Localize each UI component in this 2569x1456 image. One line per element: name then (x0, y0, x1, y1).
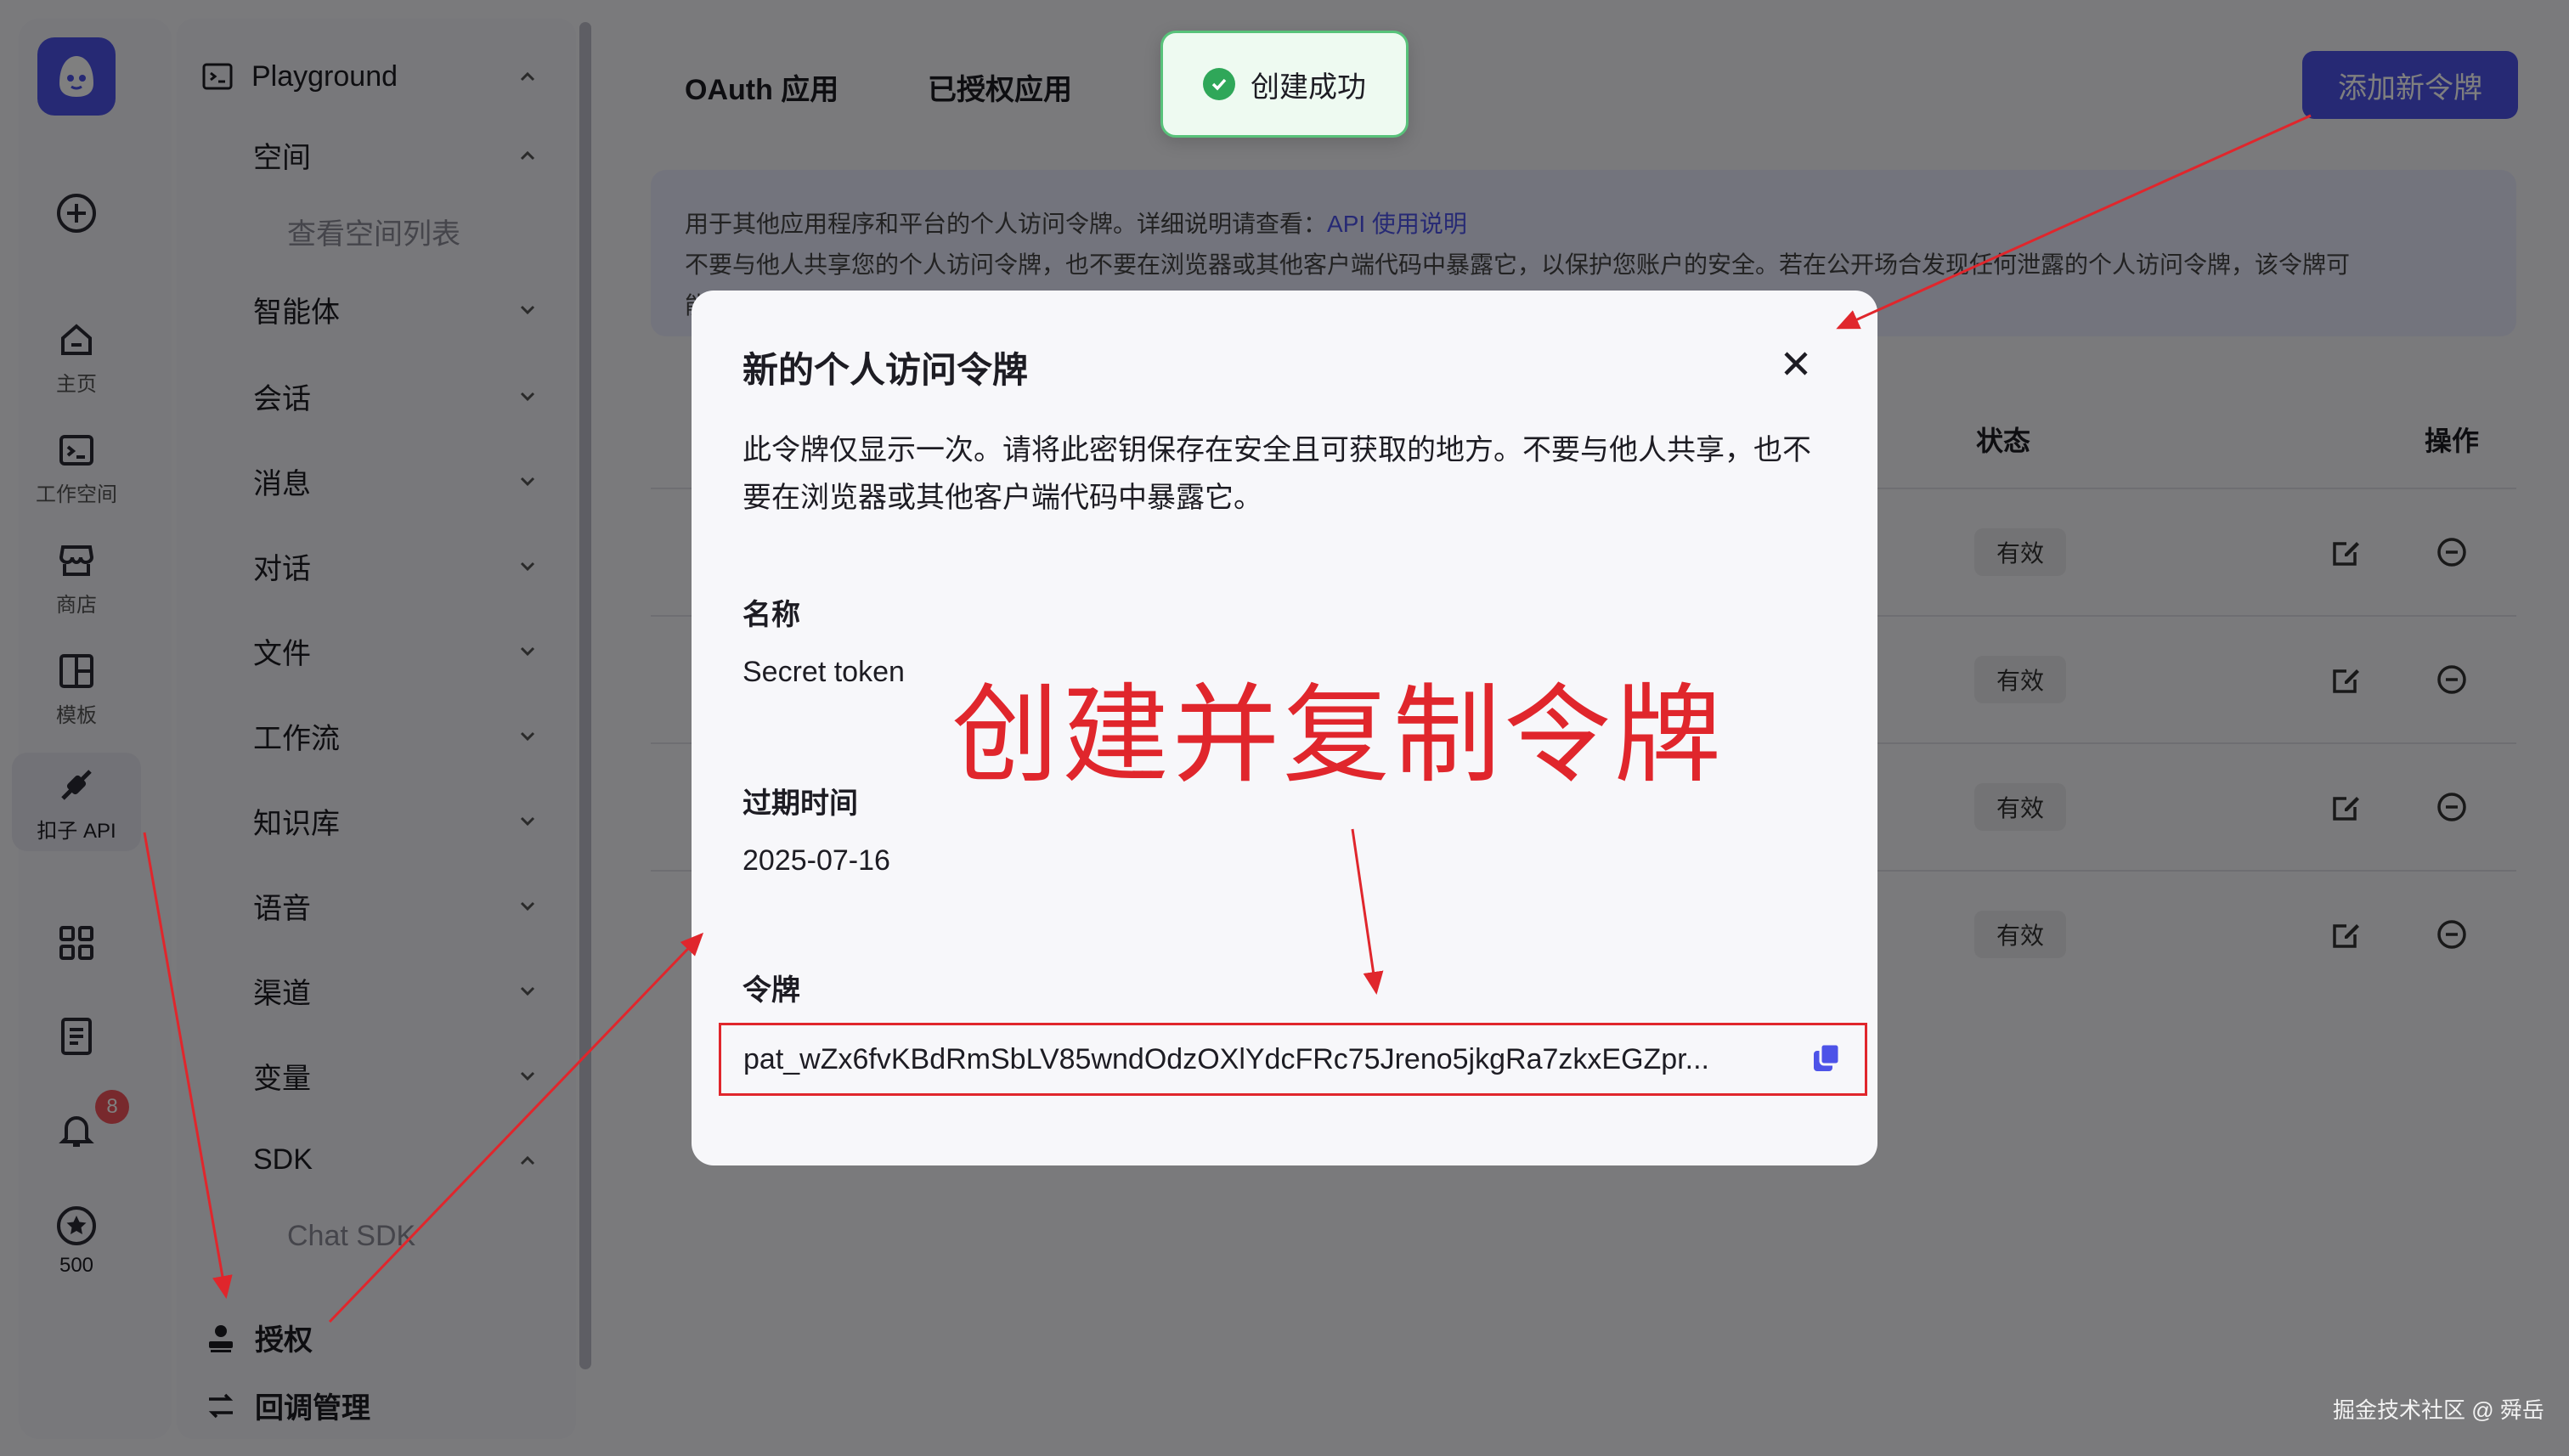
name-label: 名称 (742, 599, 800, 631)
close-icon[interactable] (1779, 347, 1813, 381)
expire-label: 过期时间 (742, 787, 858, 820)
dialog-title: 新的个人访问令牌 (742, 350, 1029, 390)
check-circle-icon (1203, 68, 1235, 100)
expire-value: 2025-07-16 (742, 844, 890, 877)
toast-text: 创建成功 (1251, 71, 1366, 104)
name-value: Secret token (742, 656, 905, 688)
token-value: pat_wZx6fvKBdRmSbLV85wndOdzOXlYdcFRc75Jr… (743, 1042, 1709, 1075)
token-label: 令牌 (742, 974, 800, 1007)
watermark: 掘金技术社区 @ 舜岳 (2333, 1397, 2544, 1423)
success-toast: 创建成功 (1160, 31, 1409, 138)
copy-icon[interactable] (1810, 1041, 1844, 1075)
token-field[interactable]: pat_wZx6fvKBdRmSbLV85wndOdzOXlYdcFRc75Jr… (719, 1023, 1867, 1096)
annotation-text: 创建并复制令牌 (951, 673, 1725, 798)
dialog-description: 此令牌仅显示一次。请将此密钥保存在安全且可获取的地方。不要与他人共享，也不要在浏… (742, 434, 1811, 514)
